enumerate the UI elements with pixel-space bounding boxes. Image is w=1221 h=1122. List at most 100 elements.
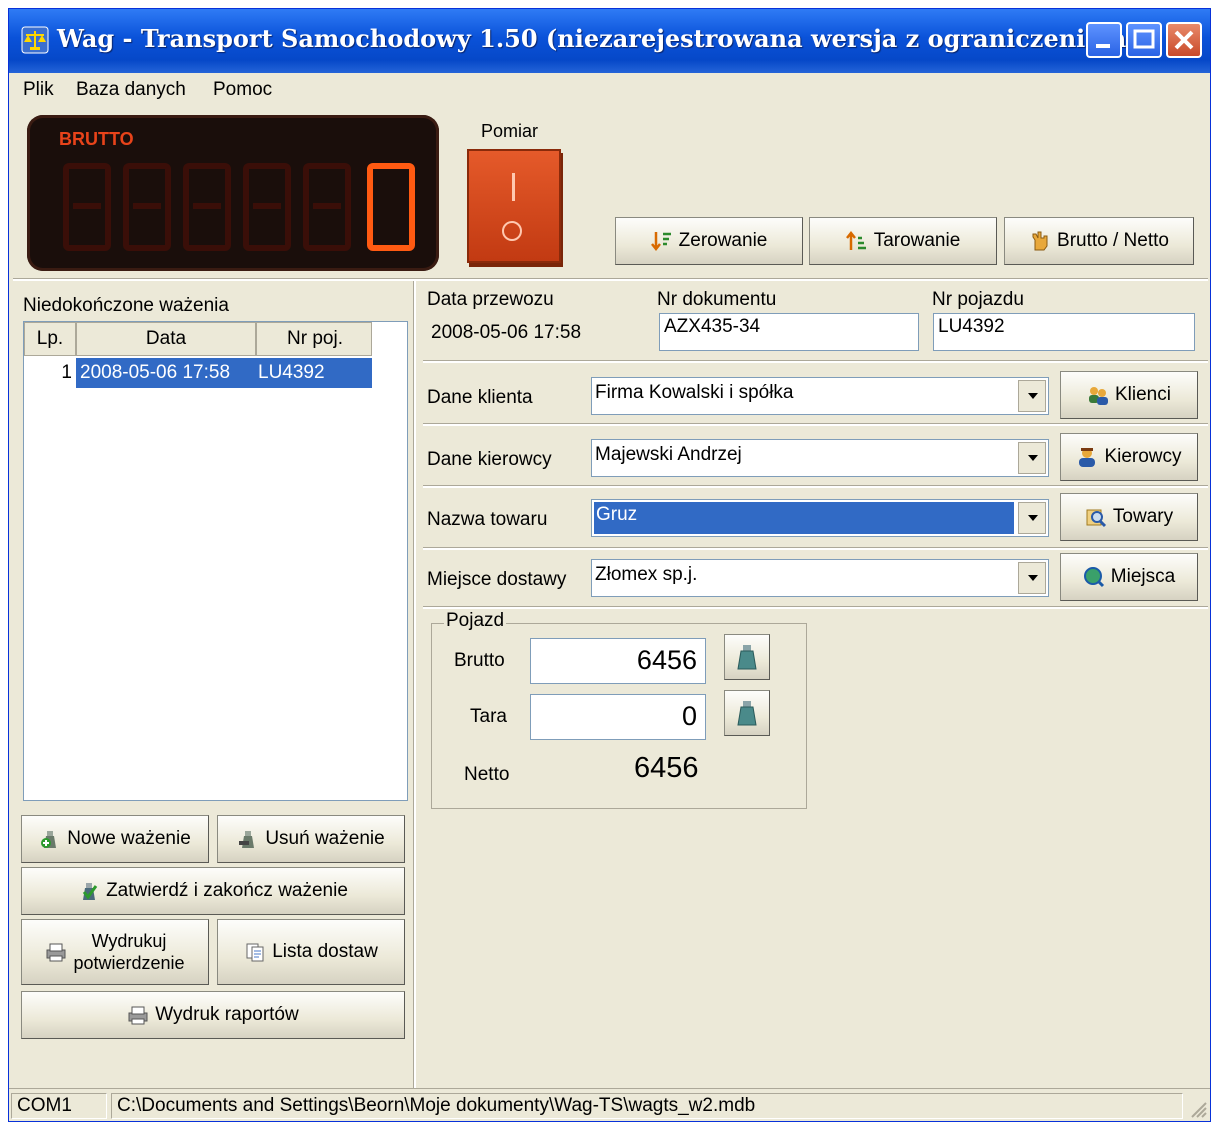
row-date: 2008-05-06 17:58	[76, 358, 254, 388]
row-lp: 1	[61, 362, 72, 383]
delete-weight-icon	[239, 831, 255, 848]
gross-weigh-button[interactable]	[724, 634, 770, 680]
minimize-icon	[1096, 44, 1110, 48]
table-row[interactable]: 1 2008-05-06 17:58 LU4392	[24, 358, 372, 388]
clients-button[interactable]: Klienci	[1060, 371, 1198, 419]
display-digit	[243, 163, 291, 251]
print-reports-button[interactable]: Wydruk raportów	[21, 991, 405, 1039]
driver-select[interactable]: Majewski Andrzej	[591, 439, 1049, 477]
dropdown-arrow-icon[interactable]	[1018, 562, 1046, 594]
close-button[interactable]	[1166, 22, 1202, 58]
title-bar[interactable]: Wag - Transport Samochodowy 1.50 (niezar…	[9, 9, 1210, 73]
tare-icon	[845, 230, 866, 250]
display-mode-label: BRUTTO	[59, 129, 134, 149]
maximize-button[interactable]	[1126, 22, 1162, 58]
places-button[interactable]: Miejsca	[1060, 553, 1198, 601]
drivers-button[interactable]: Kierowcy	[1060, 433, 1198, 481]
display-digit	[123, 163, 171, 251]
vehicle-label: Nr pojazdu	[932, 289, 1024, 310]
client-label: Dane klienta	[427, 387, 533, 408]
measure-switch[interactable]	[467, 149, 561, 263]
confirm-finish-button[interactable]: Zatwierdź i zakończ ważenie	[21, 867, 405, 915]
hand-icon	[1032, 231, 1048, 251]
zero-button[interactable]: Zerowanie	[615, 217, 803, 265]
column-header-nr[interactable]: Nr poj.	[256, 322, 372, 356]
delivery-list-button[interactable]: Lista dostaw	[217, 919, 405, 985]
drivers-label: Kierowcy	[1104, 446, 1182, 467]
delete-weighing-label: Usuń ważenie	[265, 828, 385, 849]
printer-icon	[46, 943, 66, 962]
net-value: 6456	[634, 752, 699, 784]
status-port: COM1	[11, 1093, 107, 1119]
confirm-weight-icon	[82, 883, 98, 900]
document-number-input[interactable]: AZX435-34	[659, 313, 919, 351]
driver-value: Majewski Andrzej	[595, 444, 742, 465]
tare-button[interactable]: Tarowanie	[809, 217, 997, 265]
weight-icon	[737, 645, 757, 670]
maximize-icon	[1133, 29, 1155, 49]
resize-grip-icon[interactable]	[1186, 1097, 1208, 1119]
column-header-lp[interactable]: Lp.	[24, 322, 76, 356]
scale-icon	[21, 26, 49, 54]
client-select[interactable]: Firma Kowalski i spółka	[591, 377, 1049, 415]
display-digit	[63, 163, 111, 251]
delete-weighing-button[interactable]: Usuń ważenie	[217, 815, 405, 863]
display-digit	[183, 163, 231, 251]
app-window: Wag - Transport Samochodowy 1.50 (niezar…	[8, 8, 1211, 1122]
places-label: Miejsca	[1110, 566, 1176, 587]
switch-on-mark	[512, 173, 515, 201]
delivery-list-label: Lista dostaw	[272, 941, 378, 962]
place-select[interactable]: Złomex sp.j.	[591, 559, 1049, 597]
gross-weight-input[interactable]: 6456	[530, 638, 706, 684]
display-digit	[303, 163, 351, 251]
divider	[13, 279, 1208, 281]
goods-button-label: Towary	[1112, 506, 1174, 527]
divider	[414, 281, 416, 1089]
zero-label: Zerowanie	[678, 230, 768, 251]
menu-pomoc[interactable]: Pomoc	[213, 79, 272, 101]
vehicle-group: Pojazd Brutto 6456 Tara 0 Netto 6456	[431, 610, 807, 809]
menu-plik[interactable]: Plik	[23, 79, 54, 101]
switch-label: Pomiar	[481, 121, 539, 141]
vehicle-number-input[interactable]: LU4392	[933, 313, 1195, 351]
menu-bar: Plik Baza danych Pomoc	[9, 73, 1210, 105]
document-label: Nr dokumentu	[657, 289, 777, 310]
status-bar: COM1 C:\Documents and Settings\Beorn\Moj…	[9, 1088, 1210, 1121]
new-weighing-button[interactable]: Nowe ważenie	[21, 815, 209, 863]
new-weighing-label: Nowe ważenie	[67, 828, 191, 849]
gross-net-button[interactable]: Brutto / Netto	[1004, 217, 1194, 265]
print-confirmation-button[interactable]: Wydrukuj potwierdzenie	[21, 919, 209, 985]
menu-baza-danych[interactable]: Baza danych	[76, 79, 186, 101]
divider	[423, 361, 1208, 363]
dropdown-arrow-icon[interactable]	[1018, 502, 1046, 534]
divider	[423, 548, 1208, 550]
gross-net-label: Brutto / Netto	[1057, 230, 1169, 251]
display-digit-value	[367, 163, 415, 251]
date-label: Data przewozu	[427, 289, 554, 310]
status-database-path: C:\Documents and Settings\Beorn\Moje dok…	[111, 1093, 1183, 1119]
zero-icon	[650, 232, 671, 252]
minimize-button[interactable]	[1086, 22, 1122, 58]
print-confirmation-label: Wydrukuj potwierdzenie	[73, 930, 184, 974]
divider	[423, 486, 1208, 488]
dropdown-arrow-icon[interactable]	[1018, 442, 1046, 474]
goods-select[interactable]: Gruz	[591, 499, 1049, 537]
weight-display: BRUTTO 0	[27, 115, 439, 271]
tare-weigh-button[interactable]	[724, 690, 770, 736]
dropdown-arrow-icon[interactable]	[1018, 380, 1046, 412]
clients-label: Klienci	[1115, 384, 1171, 405]
gross-label: Brutto	[454, 650, 505, 671]
clients-icon	[1089, 387, 1108, 405]
tare-weight-input[interactable]: 0	[530, 694, 706, 740]
net-label: Netto	[464, 764, 510, 785]
column-header-data[interactable]: Data	[76, 322, 256, 356]
driver-label: Dane kierowcy	[427, 449, 552, 470]
print-reports-label: Wydruk raportów	[155, 1004, 299, 1025]
client-value: Firma Kowalski i spółka	[595, 382, 794, 403]
documents-icon	[246, 943, 264, 962]
tare-weight-label: Tara	[470, 706, 507, 727]
goods-button[interactable]: Towary	[1060, 493, 1198, 541]
pending-list[interactable]: Lp. Data Nr poj. 1 2008-05-06 17:58 LU43…	[23, 321, 408, 801]
window-title: Wag - Transport Samochodowy 1.50 (niezar…	[57, 24, 1147, 53]
divider	[423, 424, 1208, 426]
